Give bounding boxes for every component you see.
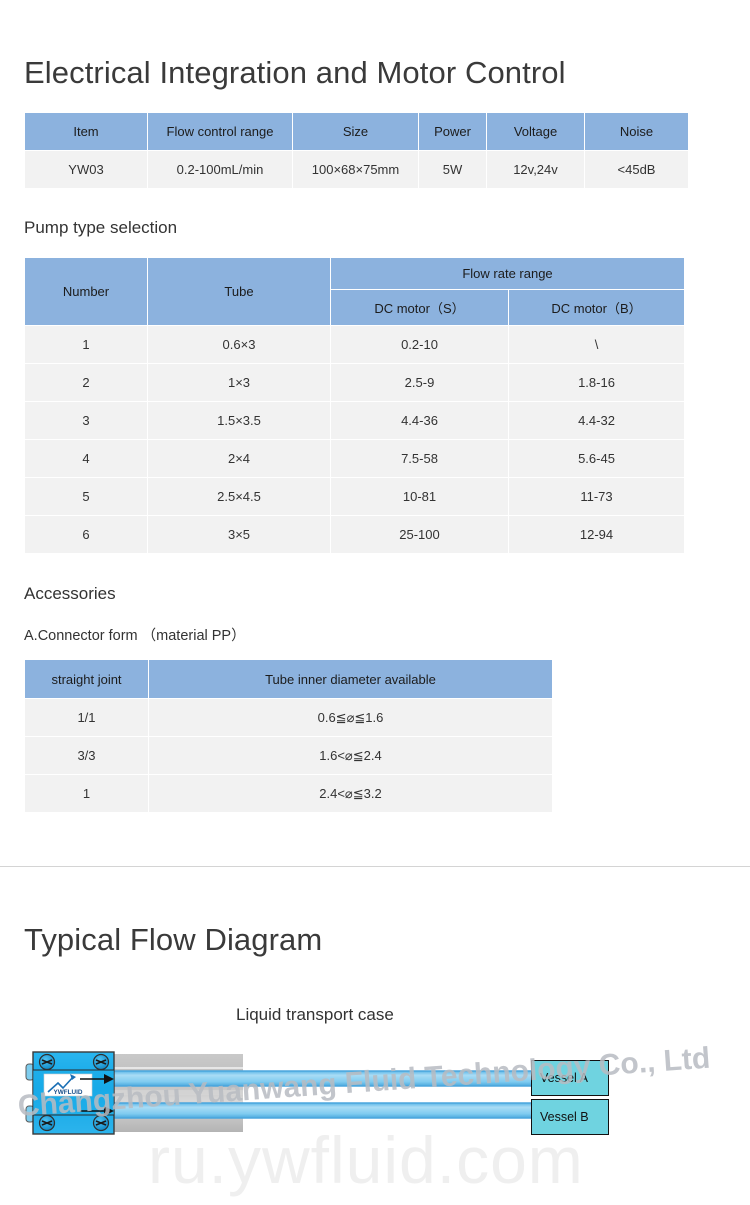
cell-dc-motor-b: 1.8-16	[509, 364, 685, 401]
col-header-dc-motor-b: DC motor（B）	[509, 290, 685, 325]
cell-tube-inner-diameter: 1.6<⌀≦2.4	[149, 737, 552, 774]
cell-tube: 0.6×3	[148, 326, 330, 363]
col-header-power: Power	[419, 113, 486, 150]
cell-number: 1	[25, 326, 147, 363]
cell-power: 5W	[419, 151, 486, 188]
cell-number: 3	[25, 402, 147, 439]
cell-straight-joint: 1/1	[25, 699, 148, 736]
table-header-row: Item Flow control range Size Power Volta…	[25, 113, 688, 150]
cell-tube: 2.5×4.5	[148, 478, 330, 515]
cell-dc-motor-b: 12-94	[509, 516, 685, 553]
cell-noise: <45dB	[585, 151, 688, 188]
manifold-block	[103, 1054, 243, 1132]
svg-text:YWFLUID: YWFLUID	[53, 1089, 82, 1096]
section-title-pump-type: Pump type selection	[24, 218, 178, 237]
tube-upper	[112, 1070, 534, 1087]
table-header-row-top: Number Tube Flow rate range	[25, 258, 685, 325]
table-row: 5 2.5×4.5 10-81 11-73	[25, 478, 685, 515]
cell-voltage: 12v,24v	[487, 151, 584, 188]
table-row: 1 2.4<⌀≦3.2	[25, 775, 552, 812]
page-title-electrical: Electrical Integration and Motor Control	[24, 55, 566, 90]
cell-tube-inner-diameter: 0.6≦⌀≦1.6	[149, 699, 552, 736]
spec-table: Item Flow control range Size Power Volta…	[24, 112, 689, 189]
screw-icon	[38, 1114, 56, 1132]
cell-number: 4	[25, 440, 147, 477]
cell-straight-joint: 1	[25, 775, 148, 812]
cell-dc-motor-s: 25-100	[331, 516, 508, 553]
cell-straight-joint: 3/3	[25, 737, 148, 774]
pump-type-table: Number Tube Flow rate range DC motor（S） …	[24, 257, 685, 554]
vessel-b-box: Vessel B	[531, 1099, 609, 1135]
col-header-voltage: Voltage	[487, 113, 584, 150]
cell-dc-motor-b: 4.4-32	[509, 402, 685, 439]
cell-dc-motor-s: 2.5-9	[331, 364, 508, 401]
cell-tube: 1.5×3.5	[148, 402, 330, 439]
cell-dc-motor-s: 7.5-58	[331, 440, 508, 477]
ywfluid-logo: YWFLUID	[43, 1073, 93, 1097]
section-title-accessories: Accessories	[24, 584, 116, 603]
screw-icon	[38, 1053, 56, 1071]
col-header-dc-motor-s: DC motor（S）	[331, 290, 508, 325]
vessel-b-label: Vessel B	[540, 1110, 589, 1124]
table-row: 3 1.5×3.5 4.4-36 4.4-32	[25, 402, 685, 439]
col-header-flow-rate-range: Flow rate range	[331, 258, 685, 289]
col-header-straight-joint: straight joint	[25, 660, 148, 698]
table-row: YW03 0.2-100mL/min 100×68×75mm 5W 12v,24…	[25, 151, 688, 188]
screw-icon	[92, 1114, 110, 1132]
subsection-title-connector-form: A.Connector form （material PP）	[24, 628, 246, 644]
cell-item: YW03	[25, 151, 147, 188]
cell-number: 5	[25, 478, 147, 515]
cell-dc-motor-b: 5.6-45	[509, 440, 685, 477]
col-header-number: Number	[25, 258, 147, 325]
cell-dc-motor-s: 10-81	[331, 478, 508, 515]
screw-icon	[92, 1053, 110, 1071]
page-title-flow-diagram: Typical Flow Diagram	[24, 922, 323, 957]
col-header-tube: Tube	[148, 258, 330, 325]
tube-lower	[112, 1102, 534, 1119]
col-header-item: Item	[25, 113, 147, 150]
col-header-noise: Noise	[585, 113, 688, 150]
cell-dc-motor-b: \	[509, 326, 685, 363]
flow-diagram-illustration: YWFLUID	[25, 1051, 534, 1135]
table-row: 1 0.6×3 0.2-10 \	[25, 326, 685, 363]
pump-body: YWFLUID	[25, 1051, 115, 1135]
cell-tube: 3×5	[148, 516, 330, 553]
col-header-flow-control-range: Flow control range	[148, 113, 292, 150]
table-row: 3/3 1.6<⌀≦2.4	[25, 737, 552, 774]
cell-tube: 1×3	[148, 364, 330, 401]
cell-tube-inner-diameter: 2.4<⌀≦3.2	[149, 775, 552, 812]
table-row: 2 1×3 2.5-9 1.8-16	[25, 364, 685, 401]
vessel-a-label: Vessel A	[540, 1071, 588, 1085]
cell-dc-motor-b: 11-73	[509, 478, 685, 515]
cell-number: 6	[25, 516, 147, 553]
connector-table: straight joint Tube inner diameter avail…	[24, 659, 553, 813]
page-root: Electrical Integration and Motor Control…	[0, 0, 750, 1205]
cell-dc-motor-s: 4.4-36	[331, 402, 508, 439]
table-row: 1/1 0.6≦⌀≦1.6	[25, 699, 552, 736]
cell-tube: 2×4	[148, 440, 330, 477]
table-row: 4 2×4 7.5-58 5.6-45	[25, 440, 685, 477]
cell-dc-motor-s: 0.2-10	[331, 326, 508, 363]
vessel-a-box: Vessel A	[531, 1060, 609, 1096]
flow-case-title: Liquid transport case	[236, 1005, 394, 1024]
col-header-tube-inner-diameter: Tube inner diameter available	[149, 660, 552, 698]
cell-flow-control-range: 0.2-100mL/min	[148, 151, 292, 188]
table-row: 6 3×5 25-100 12-94	[25, 516, 685, 553]
col-header-size: Size	[293, 113, 418, 150]
table-header-row: straight joint Tube inner diameter avail…	[25, 660, 552, 698]
section-divider	[0, 866, 750, 867]
cell-number: 2	[25, 364, 147, 401]
cell-size: 100×68×75mm	[293, 151, 418, 188]
